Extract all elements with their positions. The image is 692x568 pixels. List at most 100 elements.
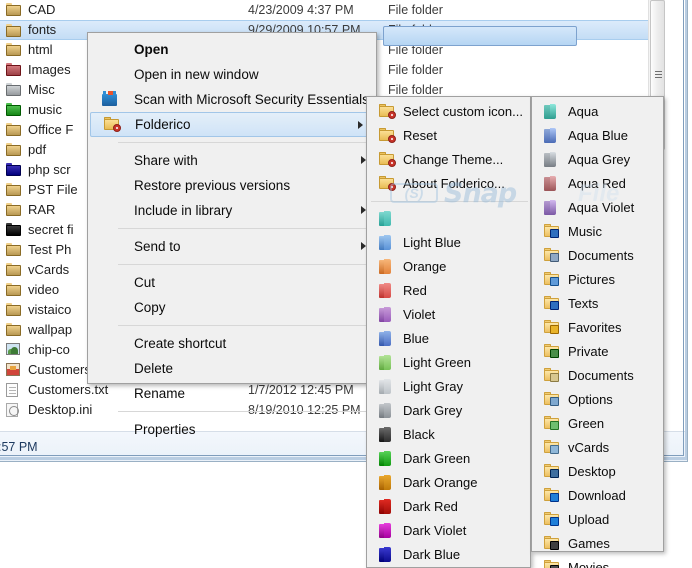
theme-item-label: Light Gray bbox=[403, 379, 463, 394]
theme-item-label: Aqua Blue bbox=[568, 128, 628, 143]
theme-item-blue[interactable]: Blue bbox=[367, 327, 530, 351]
folder-private-icon bbox=[6, 123, 21, 136]
arrow-up-icon bbox=[550, 517, 559, 526]
theme-folder-icon bbox=[379, 211, 392, 227]
theme-item-desktop[interactable]: Desktop bbox=[532, 460, 663, 484]
theme-item-aqua-blue[interactable]: Aqua Blue bbox=[532, 124, 663, 148]
file-name: wallpap bbox=[28, 322, 73, 337]
theme-item-dark-red[interactable]: Dark Red bbox=[367, 495, 530, 519]
folderico-submenu-column-2[interactable]: Aqua Aqua Blue Aqua Grey Aqua Red Aqua Viole… bbox=[531, 96, 664, 568]
theme-item-aqua-violet[interactable]: Aqua Violet bbox=[532, 196, 663, 220]
theme-item-dark-blue[interactable]: Dark Blue bbox=[367, 543, 530, 567]
folder-red-icon bbox=[6, 63, 21, 76]
theme-item-dark-violet[interactable]: Dark Violet bbox=[367, 519, 530, 543]
theme-item-violet[interactable]: Violet bbox=[367, 303, 530, 327]
menu-item-open[interactable]: Open bbox=[88, 37, 376, 62]
theme-item-upload[interactable]: Upload bbox=[532, 508, 663, 532]
theme-item-movies[interactable]: Movies bbox=[532, 556, 663, 568]
menu-item-restore-previous-versions[interactable]: Restore previous versions bbox=[88, 173, 376, 198]
theme-item-options[interactable]: Options bbox=[532, 388, 663, 412]
menu-item-create-shortcut[interactable]: Create shortcut bbox=[88, 331, 376, 356]
theme-item-aqua-grey[interactable]: Aqua Grey bbox=[532, 148, 663, 172]
folder-green-icon bbox=[6, 103, 21, 116]
submenu-item-select-custom-icon[interactable]: Select custom icon... bbox=[367, 100, 530, 124]
theme-item-aqua[interactable]: Aqua bbox=[532, 100, 663, 124]
file-name: secret fi bbox=[28, 222, 74, 237]
theme-item-light-gray[interactable]: Light Gray bbox=[367, 375, 530, 399]
menu-item-label: Cut bbox=[134, 275, 156, 290]
theme-item-red[interactable]: Red bbox=[367, 279, 530, 303]
theme-item-label: Texts bbox=[568, 296, 599, 311]
file-name: CAD bbox=[28, 2, 56, 17]
menu-item-properties[interactable]: Properties bbox=[88, 417, 376, 442]
folderico-submenu[interactable]: Select custom icon... Reset Change Theme..… bbox=[366, 96, 531, 568]
theme-item-documents[interactable]: Documents bbox=[532, 244, 663, 268]
theme-item-label: Games bbox=[568, 536, 610, 551]
theme-item-black[interactable]: Black bbox=[367, 423, 530, 447]
selected-row-type-highlight bbox=[383, 26, 577, 46]
theme-item-label: Light Green bbox=[403, 355, 471, 370]
theme-item-aqua-red[interactable]: Aqua Red bbox=[532, 172, 663, 196]
theme-item-label: Dark Blue bbox=[403, 547, 461, 562]
theme-item-private[interactable]: Private bbox=[532, 340, 663, 364]
theme-item-dark-orange[interactable]: Dark Orange bbox=[367, 471, 530, 495]
theme-item-vcards[interactable]: vCards bbox=[532, 436, 663, 460]
file-date: 4/23/2009 4:37 PM bbox=[248, 3, 354, 17]
submenu-item-label: Change Theme... bbox=[403, 152, 504, 167]
theme-item-favorites[interactable]: Favorites bbox=[532, 316, 663, 340]
theme-item-green[interactable]: Green bbox=[532, 412, 663, 436]
menu-item-share-with[interactable]: Share with bbox=[88, 148, 376, 173]
menu-item-label: Create shortcut bbox=[134, 336, 227, 351]
theme-item-download[interactable]: Download bbox=[532, 484, 663, 508]
theme-folder-icon bbox=[544, 344, 559, 358]
submenu-item-label: Reset bbox=[403, 128, 437, 143]
star-icon bbox=[550, 325, 559, 334]
theme-folder-icon bbox=[544, 392, 559, 406]
theme-folder-icon bbox=[544, 104, 557, 120]
menu-item-copy[interactable]: Copy bbox=[88, 295, 376, 320]
file-name: music bbox=[28, 102, 62, 117]
theme-item-label: Music bbox=[568, 224, 602, 239]
folderico-icon bbox=[104, 117, 121, 134]
theme-item-music[interactable]: Music bbox=[532, 220, 663, 244]
theme-folder-icon bbox=[379, 475, 392, 491]
theme-item-label: Red bbox=[403, 283, 427, 298]
submenu-item-change-theme[interactable]: Change Theme... bbox=[367, 148, 530, 172]
menu-item-label: Properties bbox=[134, 422, 196, 437]
submenu-item-reset[interactable]: Reset bbox=[367, 124, 530, 148]
table-row[interactable]: CAD 4/23/2009 4:37 PM File folder bbox=[0, 0, 664, 20]
theme-item-games[interactable]: Games bbox=[532, 532, 663, 556]
theme-item-label: Pictures bbox=[568, 272, 615, 287]
theme-item-pictures[interactable]: Pictures bbox=[532, 268, 663, 292]
menu-separator bbox=[118, 142, 374, 143]
menu-item-include-in-library[interactable]: Include in library bbox=[88, 198, 376, 223]
theme-item-label: Violet bbox=[403, 307, 436, 322]
theme-item-light-blue[interactable]: Light Blue bbox=[367, 231, 530, 255]
theme-folder-icon bbox=[379, 307, 392, 323]
doc2-icon bbox=[550, 373, 559, 382]
theme-item-documents[interactable]: Documents bbox=[532, 364, 663, 388]
menu-item-scan-with-microsoft-security-essentials[interactable]: Scan with Microsoft Security Essentials.… bbox=[88, 87, 380, 112]
menu-item-label: Folderico bbox=[135, 117, 191, 132]
theme-item-orange[interactable]: Orange bbox=[367, 255, 530, 279]
theme-folder-icon bbox=[379, 427, 392, 443]
menu-item-open-in-new-window[interactable]: Open in new window bbox=[88, 62, 376, 87]
theme-item-theme[interactable] bbox=[367, 207, 530, 231]
context-menu[interactable]: Open Open in new window Scan with Microsof… bbox=[87, 32, 380, 437]
theme-item-light-green[interactable]: Light Green bbox=[367, 351, 530, 375]
theme-item-dark-grey[interactable]: Dark Grey bbox=[367, 399, 530, 423]
menu-item-rename[interactable]: Rename bbox=[88, 381, 376, 406]
theme-item-dark-green[interactable]: Dark Green bbox=[367, 447, 530, 471]
theme-item-label: Dark Grey bbox=[403, 403, 463, 418]
theme-item-label: Aqua Red bbox=[568, 176, 626, 191]
theme-item-label: Aqua bbox=[568, 104, 599, 119]
theme-folder-icon bbox=[544, 248, 559, 262]
theme-item-texts[interactable]: Texts bbox=[532, 292, 663, 316]
folderico-icon bbox=[379, 128, 396, 143]
menu-item-send-to[interactable]: Send to bbox=[88, 234, 376, 259]
menu-item-folderico[interactable]: Folderico bbox=[90, 112, 374, 137]
menu-item-delete[interactable]: Delete bbox=[88, 356, 376, 381]
theme-folder-icon bbox=[544, 488, 559, 502]
menu-item-cut[interactable]: Cut bbox=[88, 270, 376, 295]
submenu-item-about-folderico[interactable]: About Folderico... bbox=[367, 172, 530, 196]
